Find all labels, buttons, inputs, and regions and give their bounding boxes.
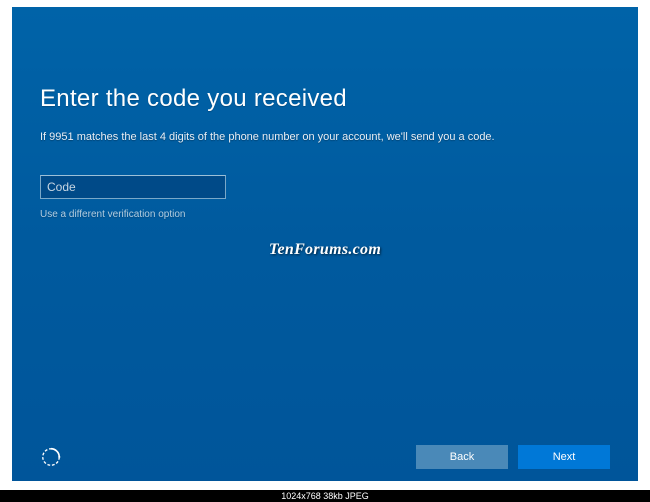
outer-frame: Enter the code you received If 9951 matc… <box>0 0 650 490</box>
page-title: Enter the code you received <box>40 85 610 113</box>
ease-of-access-icon[interactable] <box>40 446 62 468</box>
oobe-setup-screen: Enter the code you received If 9951 matc… <box>12 7 638 481</box>
content-area: Enter the code you received If 9951 matc… <box>12 7 638 220</box>
next-button[interactable]: Next <box>518 445 610 469</box>
back-button[interactable]: Back <box>416 445 508 469</box>
code-input[interactable] <box>40 175 226 199</box>
button-row: Back Next <box>416 445 610 469</box>
watermark-text: TenForums.com <box>269 241 381 259</box>
bottom-bar: Back Next <box>12 445 638 469</box>
alternate-verification-link[interactable]: Use a different verification option <box>40 209 610 220</box>
image-metadata-footer: 1024x768 38kb JPEG <box>0 490 650 502</box>
instruction-text: If 9951 matches the last 4 digits of the… <box>40 131 610 143</box>
